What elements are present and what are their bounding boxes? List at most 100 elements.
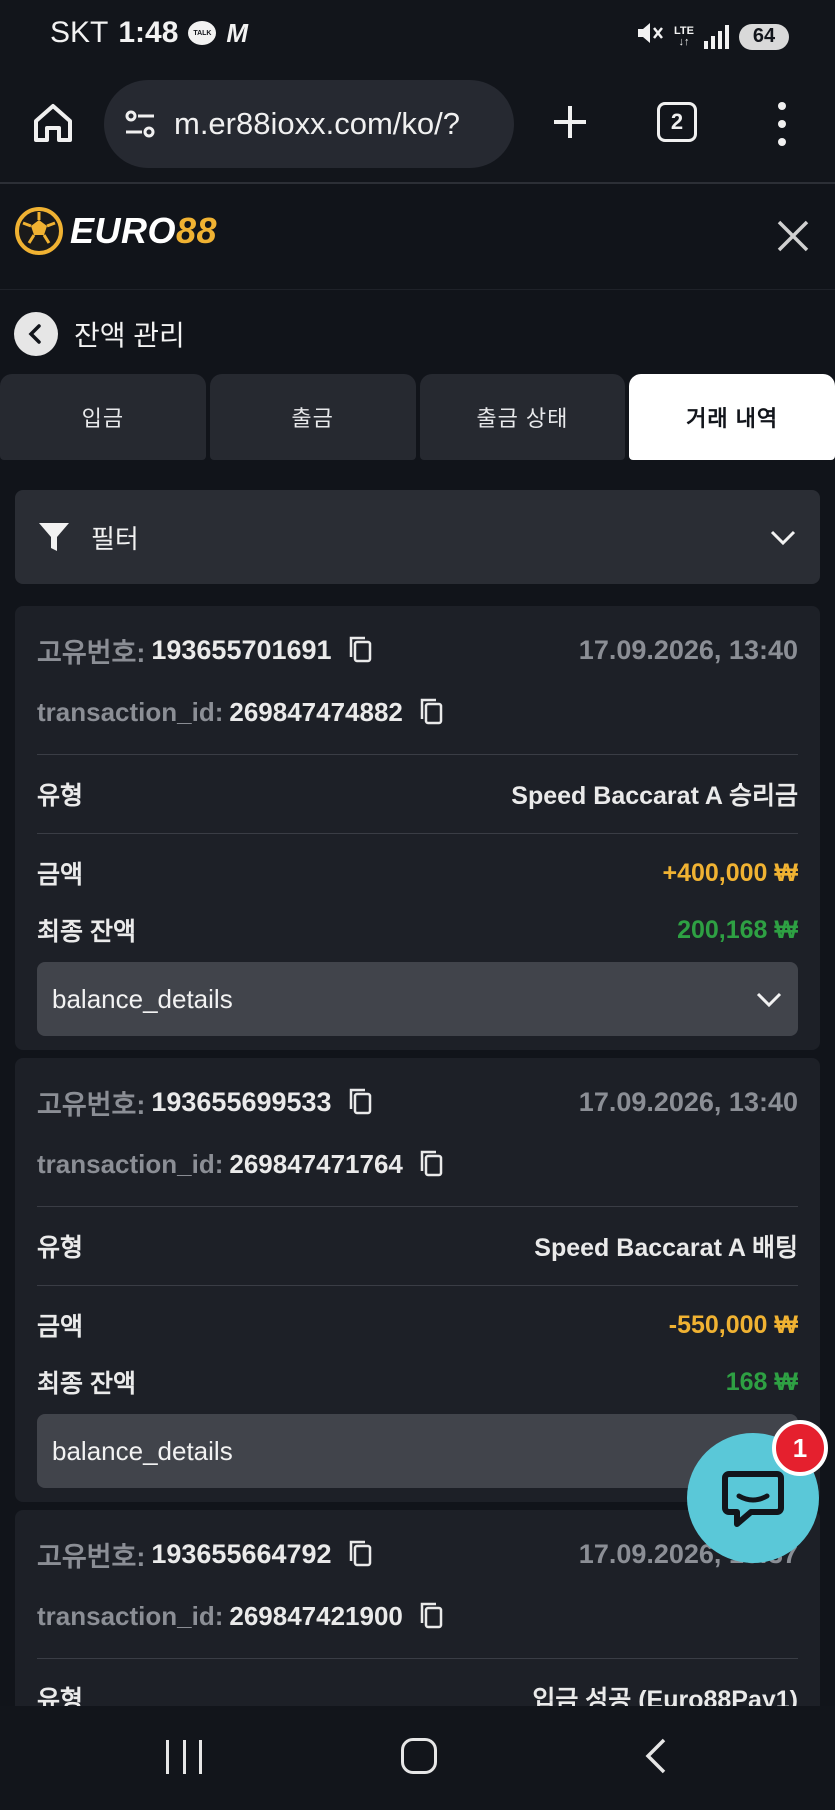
transaction-id-label: transaction_id: (37, 1600, 224, 1631)
mute-icon (634, 18, 664, 55)
logo-text-gold: 88 (176, 210, 218, 251)
transaction-card: 고유번호: 193655664792 17.09.2026, 13:37 tra… (15, 1510, 820, 1706)
tab-withdraw[interactable]: 출금 (209, 374, 416, 460)
balance-details-dropdown[interactable]: balance_details (37, 962, 798, 1036)
tab-withdraw-status[interactable]: 출금 상태 (419, 374, 626, 460)
tab-switcher-button[interactable]: 2 (657, 102, 697, 142)
transaction-card: 고유번호: 193655699533 17.09.2026, 13:40 tra… (15, 1058, 820, 1502)
transaction-ref-row: transaction_id: 269847421900 (37, 1588, 798, 1644)
copy-icon[interactable] (348, 1087, 374, 1117)
chevron-down-icon (770, 530, 796, 546)
filter-dropdown[interactable]: 필터 (15, 490, 820, 584)
unique-id-value: 193655664792 (151, 1538, 332, 1569)
copy-icon[interactable] (419, 697, 445, 727)
chevron-down-icon (756, 992, 782, 1008)
chat-notification-badge: 1 (772, 1420, 828, 1476)
carrier-label: SKT (50, 16, 109, 49)
transaction-card: 고유번호: 193655701691 17.09.2026, 13:40 tra… (15, 606, 820, 1050)
soccer-ball-icon (15, 207, 63, 255)
unique-id-label: 고유번호: (37, 637, 146, 668)
logo-text-white: EURO (70, 210, 177, 251)
chat-bubble-icon (722, 1471, 784, 1527)
transaction-ref-row: transaction_id: 269847474882 (37, 684, 798, 740)
status-bar: SKT 1:48 TALK M LTE ↓↑ 64 (0, 0, 835, 70)
signal-icon (704, 24, 729, 49)
site-header: EURO88 (0, 186, 835, 290)
amount-value: -550,000 ₩ (668, 1310, 798, 1339)
tab-transaction-history[interactable]: 거래 내역 (629, 374, 835, 460)
amount-value: +400,000 ₩ (662, 858, 798, 887)
home-button-icon[interactable] (401, 1738, 437, 1774)
final-balance-label: 최종 잔액 (37, 1370, 136, 1398)
network-type: LTE (674, 24, 694, 37)
amount-label: 금액 (37, 1313, 84, 1341)
home-icon[interactable] (30, 100, 76, 146)
type-label: 유형 (37, 1234, 84, 1262)
amount-row: 금액 -550,000 ₩ (37, 1286, 798, 1354)
url-text[interactable]: m.er88ioxx.com/ko/? (174, 106, 460, 142)
back-button[interactable] (14, 312, 58, 356)
unique-id: 고유번호: 193655664792 (37, 1535, 374, 1574)
balance-tabs: 입금 출금 출금 상태 거래 내역 (0, 374, 835, 460)
filter-label: 필터 (91, 523, 139, 554)
transaction-id-value: 269847421900 (229, 1600, 403, 1631)
transaction-id-value: 269847471764 (229, 1148, 403, 1179)
copy-icon[interactable] (348, 635, 374, 665)
transaction-id-row: 고유번호: 193655701691 17.09.2026, 13:40 (37, 606, 798, 684)
lte-icon: LTE ↓↑ (674, 24, 694, 48)
transaction-date: 17.09.2026, 13:40 (578, 1086, 798, 1117)
transaction-id-label: transaction_id: (37, 1148, 224, 1179)
type-value: Speed Baccarat A 승리금 (511, 782, 798, 810)
type-label: 유형 (37, 782, 84, 810)
copy-icon[interactable] (348, 1539, 374, 1569)
balance-details-label: balance_details (52, 983, 233, 1014)
transaction-date: 17.09.2026, 13:40 (578, 634, 798, 665)
copy-icon[interactable] (419, 1149, 445, 1179)
filter-icon (39, 523, 69, 551)
balance-details-label: balance_details (52, 1435, 233, 1466)
final-balance-value: 200,168 ₩ (677, 915, 798, 944)
unique-id: 고유번호: 193655701691 (37, 631, 374, 670)
more-menu-icon[interactable] (770, 102, 794, 146)
address-bar[interactable]: m.er88ioxx.com/ko/? (104, 80, 514, 168)
transaction-id-row: 고유번호: 193655699533 17.09.2026, 13:40 (37, 1058, 798, 1136)
copy-icon[interactable] (419, 1601, 445, 1631)
battery-indicator: 64 (739, 23, 789, 50)
browser-toolbar: m.er88ioxx.com/ko/? 2 (0, 70, 835, 184)
status-right: LTE ↓↑ 64 (634, 18, 789, 55)
recents-icon[interactable] (166, 1740, 202, 1774)
logo-text: EURO88 (70, 210, 217, 252)
type-row: 유형 Speed Baccarat A 배팅 (37, 1207, 798, 1285)
system-nav-bar (0, 1706, 835, 1810)
type-row: 유형 Speed Baccarat A 승리금 (37, 755, 798, 833)
transaction-ref-row: transaction_id: 269847471764 (37, 1136, 798, 1192)
site-settings-icon[interactable] (122, 106, 158, 142)
unique-id: 고유번호: 193655699533 (37, 1083, 374, 1122)
unique-id-label: 고유번호: (37, 1541, 146, 1572)
final-balance-row: 최종 잔액 200,168 ₩ (37, 902, 798, 958)
m-app-icon: M (226, 17, 249, 48)
back-nav-icon[interactable] (640, 1736, 670, 1776)
type-value: 입금 성공 (Euro88Pay1) (532, 1686, 798, 1706)
page-title: 잔액 관리 (74, 320, 185, 351)
unique-id-label: 고유번호: (37, 1089, 146, 1120)
clock: 1:48 (118, 16, 179, 49)
final-balance-label: 최종 잔액 (37, 918, 136, 946)
balance-details-dropdown[interactable]: balance_details (37, 1414, 798, 1488)
chevron-left-icon (28, 324, 41, 344)
unique-id-value: 193655701691 (151, 634, 332, 665)
transaction-id-row: 고유번호: 193655664792 17.09.2026, 13:37 (37, 1510, 798, 1588)
unique-id-value: 193655699533 (151, 1086, 332, 1117)
type-value: Speed Baccarat A 배팅 (534, 1234, 798, 1262)
type-row: 유형 입금 성공 (Euro88Pay1) (37, 1659, 798, 1706)
new-tab-icon[interactable] (548, 100, 592, 144)
amount-row: 금액 +400,000 ₩ (37, 834, 798, 902)
transaction-id-value: 269847474882 (229, 696, 403, 727)
final-balance-value: 168 ₩ (725, 1367, 798, 1396)
euro88-logo[interactable]: EURO88 (14, 206, 217, 256)
tab-deposit[interactable]: 입금 (0, 374, 206, 460)
final-balance-row: 최종 잔액 168 ₩ (37, 1354, 798, 1410)
type-label: 유형 (37, 1686, 84, 1706)
page-title-row: 잔액 관리 (14, 312, 185, 356)
close-icon[interactable] (775, 218, 811, 254)
